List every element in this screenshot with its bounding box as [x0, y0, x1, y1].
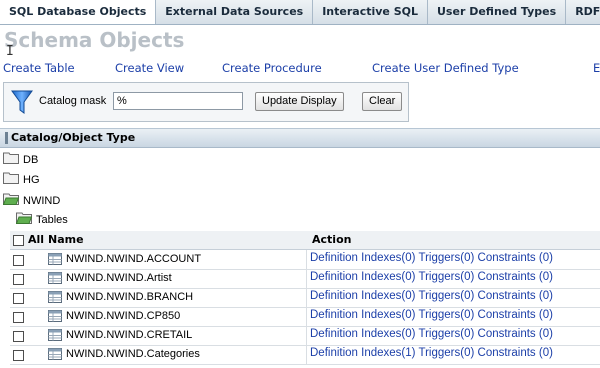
triggers-link[interactable]: Triggers(0)	[419, 290, 475, 302]
column-separator	[306, 269, 307, 288]
table-row: NWIND.NWIND.BRANCH Definition Indexes(0) …	[10, 288, 600, 308]
tab-external-data-sources[interactable]: External Data Sources	[156, 0, 314, 24]
constraints-link[interactable]: Constraints (0)	[478, 252, 553, 264]
definition-link[interactable]: Definition	[310, 290, 358, 302]
column-separator	[306, 288, 307, 307]
catalog-mask-label: Catalog mask	[39, 95, 107, 107]
constraints-link[interactable]: Constraints (0)	[478, 271, 553, 283]
folder-open-icon	[16, 212, 32, 224]
column-separator	[306, 307, 307, 326]
tree-node-label: HG	[23, 174, 40, 186]
table-row: NWIND.NWIND.CRETAIL Definition Indexes(0)…	[10, 326, 600, 346]
action-links: Create Table Create View Create Procedur…	[3, 61, 600, 77]
folder-open-icon	[3, 193, 19, 205]
constraints-link[interactable]: Constraints (0)	[478, 347, 553, 359]
catalog-mask-input[interactable]	[113, 92, 243, 110]
folder-closed-icon	[3, 172, 19, 184]
table-row: NWIND.NWIND.Artist Definition Indexes(0) …	[10, 269, 600, 289]
row-actions: Definition Indexes(1) Triggers(0) Constr…	[310, 347, 553, 359]
definition-link[interactable]: Definition	[310, 252, 358, 264]
select-all-checkbox[interactable]	[13, 235, 24, 246]
row-actions: Definition Indexes(0) Triggers(0) Constr…	[310, 309, 553, 321]
page-title: Schema Objects	[4, 28, 185, 52]
triggers-link[interactable]: Triggers(0)	[419, 271, 475, 283]
table-name: NWIND.NWIND.ACCOUNT	[66, 253, 202, 265]
constraints-link[interactable]: Constraints (0)	[478, 290, 553, 302]
table-name: NWIND.NWIND.CP850	[66, 310, 181, 322]
table-name: NWIND.NWIND.Categories	[66, 348, 200, 360]
definition-link[interactable]: Definition	[310, 271, 358, 283]
create-table-link[interactable]: Create Table	[3, 61, 75, 75]
indexes-link[interactable]: Indexes(0)	[361, 309, 415, 321]
table-row: NWIND.NWIND.CP850 Definition Indexes(0) T…	[10, 307, 600, 327]
constraints-link[interactable]: Constraints (0)	[478, 328, 553, 340]
text-cursor-icon: I	[6, 44, 14, 59]
indexes-link[interactable]: Indexes(0)	[361, 252, 415, 264]
create-procedure-link[interactable]: Create Procedure	[222, 61, 322, 75]
table-row: NWIND.NWIND.Categories Definition Indexes…	[10, 345, 600, 365]
triggers-link[interactable]: Triggers(0)	[419, 347, 475, 359]
row-checkbox[interactable]	[13, 350, 24, 361]
tab-rdf-views[interactable]: RDF Vie	[566, 0, 600, 24]
tab-bar: SQL Database Objects External Data Sourc…	[0, 0, 600, 25]
tree-header: Catalog/Object Type	[0, 128, 600, 148]
triggers-link[interactable]: Triggers(0)	[419, 309, 475, 321]
row-checkbox[interactable]	[13, 312, 24, 323]
triggers-link[interactable]: Triggers(0)	[419, 252, 475, 264]
row-actions: Definition Indexes(0) Triggers(0) Constr…	[310, 271, 553, 283]
column-separator	[306, 250, 307, 269]
row-checkbox[interactable]	[13, 331, 24, 342]
clear-button[interactable]: Clear	[362, 92, 403, 111]
action-column-header: Action	[312, 233, 352, 246]
table-icon	[48, 291, 62, 303]
table-name: NWIND.NWIND.BRANCH	[66, 291, 194, 303]
table-icon	[48, 310, 62, 322]
create-view-link[interactable]: Create View	[115, 61, 184, 75]
table-icon	[48, 253, 62, 265]
row-checkbox[interactable]	[13, 255, 24, 266]
funnel-icon	[11, 90, 33, 114]
name-column-header: Name	[48, 233, 84, 246]
row-actions: Definition Indexes(0) Triggers(0) Constr…	[310, 290, 553, 302]
more-action-link[interactable]: E	[593, 61, 600, 75]
column-separator	[306, 326, 307, 345]
table-row: NWIND.NWIND.ACCOUNT Definition Indexes(0)…	[10, 250, 600, 270]
tree-node-label: NWIND	[23, 195, 61, 207]
tree-header-label: Catalog/Object Type	[11, 131, 136, 144]
table-icon	[48, 272, 62, 284]
column-separator	[306, 345, 307, 364]
table-header: All Name Action	[10, 231, 600, 250]
indexes-link[interactable]: Indexes(0)	[361, 271, 415, 283]
catalog-filter-panel: Catalog mask Update Display Clear	[3, 82, 409, 122]
create-user-defined-type-link[interactable]: Create User Defined Type	[372, 61, 519, 75]
table-icon	[48, 329, 62, 341]
definition-link[interactable]: Definition	[310, 309, 358, 321]
header-marker	[5, 132, 8, 144]
tree-node-label: Tables	[36, 214, 68, 226]
indexes-link[interactable]: Indexes(0)	[361, 290, 415, 302]
triggers-link[interactable]: Triggers(0)	[419, 328, 475, 340]
row-actions: Definition Indexes(0) Triggers(0) Constr…	[310, 252, 553, 264]
table-name: NWIND.NWIND.CRETAIL	[66, 329, 193, 341]
tab-interactive-sql[interactable]: Interactive SQL	[313, 0, 428, 24]
row-checkbox[interactable]	[13, 293, 24, 304]
folder-closed-icon	[3, 152, 19, 164]
row-actions: Definition Indexes(0) Triggers(0) Constr…	[310, 328, 553, 340]
table-name: NWIND.NWIND.Artist	[66, 272, 172, 284]
tree-node-label: DB	[23, 154, 39, 166]
table-icon	[48, 348, 62, 360]
tab-sql-database-objects[interactable]: SQL Database Objects	[0, 0, 157, 24]
constraints-link[interactable]: Constraints (0)	[478, 309, 553, 321]
definition-link[interactable]: Definition	[310, 347, 358, 359]
row-checkbox[interactable]	[13, 274, 24, 285]
update-display-button[interactable]: Update Display	[255, 92, 344, 111]
definition-link[interactable]: Definition	[310, 328, 358, 340]
indexes-link[interactable]: Indexes(0)	[361, 328, 415, 340]
tab-user-defined-types[interactable]: User Defined Types	[428, 0, 567, 24]
indexes-link[interactable]: Indexes(1)	[361, 347, 415, 359]
all-label: All	[28, 233, 45, 246]
